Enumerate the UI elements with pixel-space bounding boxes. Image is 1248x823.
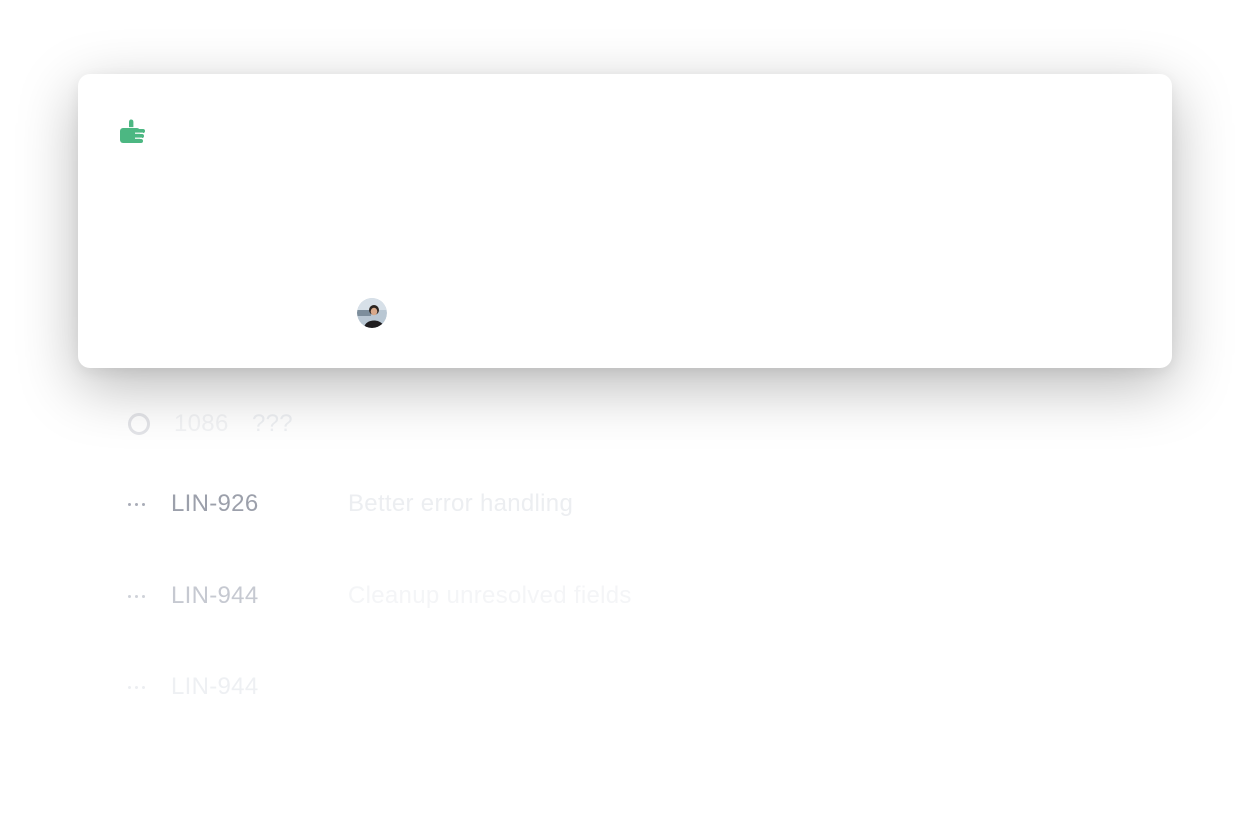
status-circle-icon[interactable] bbox=[128, 413, 150, 435]
page: 1086 ??? LIN-926 Better error handling L… bbox=[0, 0, 1248, 823]
issue-title: Better error handling bbox=[348, 490, 574, 517]
issue-row[interactable]: LIN-926 Better error handling bbox=[128, 484, 573, 524]
issue-row[interactable]: 1086 ??? bbox=[128, 404, 293, 444]
user-avatar[interactable] bbox=[357, 298, 387, 328]
issue-id: 1086 bbox=[174, 410, 229, 437]
thumbs-up-icon[interactable] bbox=[118, 117, 148, 147]
more-horizontal-icon[interactable] bbox=[128, 685, 154, 689]
issue-id: LIN-944 bbox=[171, 673, 259, 700]
more-horizontal-icon[interactable] bbox=[128, 502, 154, 506]
issue-extra: ??? bbox=[252, 410, 293, 437]
issue-id: LIN-926 bbox=[171, 490, 259, 517]
issue-id: LIN-944 bbox=[171, 582, 259, 609]
popover-card bbox=[78, 74, 1172, 368]
issue-row[interactable]: LIN-944 bbox=[128, 667, 258, 707]
issue-row[interactable]: LIN-944 Cleanup unresolved fields bbox=[128, 576, 631, 616]
issue-title: Cleanup unresolved fields bbox=[348, 582, 632, 609]
more-horizontal-icon[interactable] bbox=[128, 594, 154, 598]
